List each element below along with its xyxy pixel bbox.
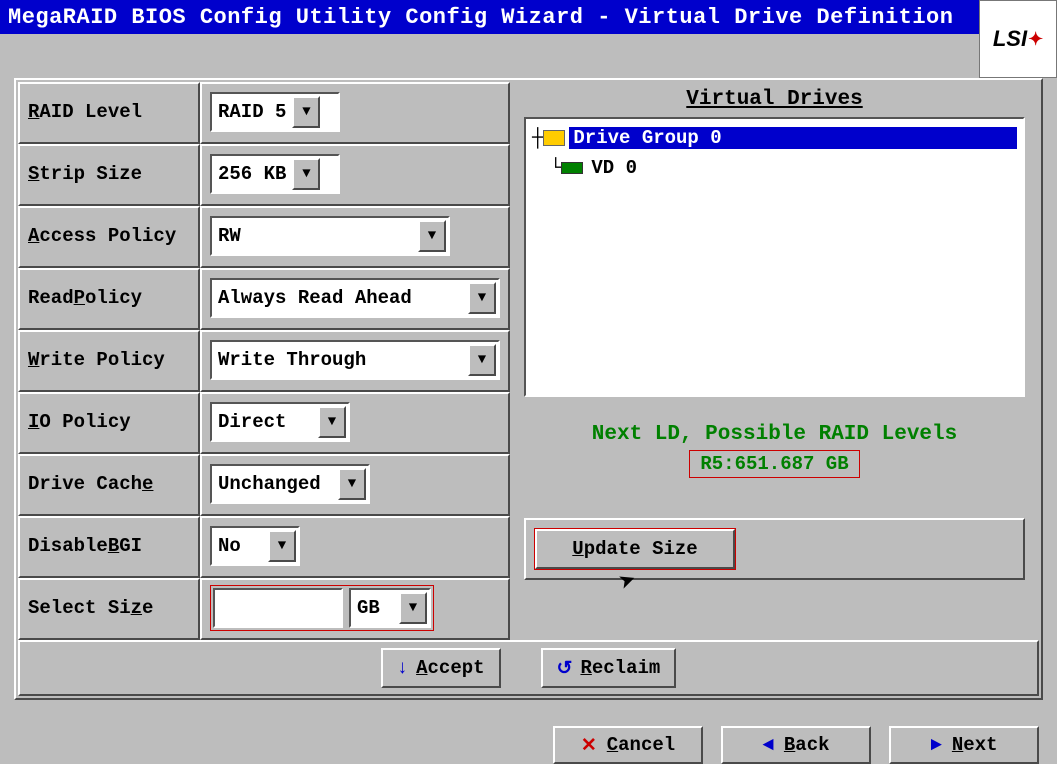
arrow-left-icon: ◄ bbox=[762, 734, 773, 756]
raid-level-label: RAID Level bbox=[18, 82, 200, 144]
chevron-down-icon[interactable]: ▼ bbox=[418, 220, 446, 252]
action-row: ↓ Accept Accept ↺ Reclaim Reclaim bbox=[18, 640, 1039, 696]
title-bar: MegaRAID BIOS Config Utility Config Wiza… bbox=[0, 0, 1057, 34]
tree-item-drive-group[interactable]: Drive Group 0 bbox=[569, 127, 1017, 149]
virtual-drives-tree[interactable]: ┼ Drive Group 0 └ VD 0 bbox=[524, 117, 1025, 397]
chevron-down-icon[interactable]: ▼ bbox=[399, 592, 427, 624]
read-policy-select[interactable]: Always Read Ahead ▼ bbox=[210, 278, 500, 318]
lsi-logo: LSI✦ bbox=[979, 0, 1057, 78]
read-policy-label: Read Policy bbox=[18, 268, 200, 330]
io-policy-select[interactable]: Direct ▼ bbox=[210, 402, 350, 442]
chevron-down-icon[interactable]: ▼ bbox=[292, 158, 320, 190]
tree-item-vd[interactable]: VD 0 bbox=[587, 157, 637, 179]
chevron-down-icon[interactable]: ▼ bbox=[292, 96, 320, 128]
close-icon: ✕ bbox=[581, 734, 597, 757]
virtual-drives-column: Virtual Drives ┼ Drive Group 0 └ VD 0 Ne… bbox=[510, 82, 1039, 640]
strip-size-label: Strip Size bbox=[18, 144, 200, 206]
disable-bgi-select[interactable]: No ▼ bbox=[210, 526, 300, 566]
tree-branch-icon: └ bbox=[550, 157, 561, 179]
select-size-input[interactable] bbox=[213, 588, 343, 628]
disable-bgi-label: Disable BGI bbox=[18, 516, 200, 578]
next-ld-label: Next LD, Possible RAID Levels bbox=[524, 423, 1025, 446]
virtual-drives-header: Virtual Drives bbox=[524, 88, 1025, 111]
chevron-down-icon[interactable]: ▼ bbox=[318, 406, 346, 438]
reclaim-button[interactable]: ↺ Reclaim Reclaim bbox=[541, 648, 677, 688]
virtual-drive-icon bbox=[561, 162, 583, 174]
drive-cache-select[interactable]: Unchanged ▼ bbox=[210, 464, 370, 504]
write-policy-select[interactable]: Write Through ▼ bbox=[210, 340, 500, 380]
undo-icon: ↺ bbox=[557, 657, 573, 680]
chevron-down-icon[interactable]: ▼ bbox=[268, 530, 296, 562]
strip-size-select[interactable]: 256 KB ▼ bbox=[210, 154, 340, 194]
tree-branch-icon: ┼ bbox=[532, 127, 543, 149]
raid-level-select[interactable]: RAID 5 ▼ bbox=[210, 92, 340, 132]
update-size-button[interactable]: UUpdate Sizepdate Size bbox=[535, 529, 735, 569]
next-ld-value: R5:651.687 GB bbox=[689, 450, 859, 478]
back-button[interactable]: ◄ Back Back bbox=[721, 726, 871, 764]
chevron-down-icon[interactable]: ▼ bbox=[338, 468, 366, 500]
io-policy-label: IO Policy bbox=[18, 392, 200, 454]
logo-star-icon: ✦ bbox=[1028, 29, 1043, 50]
arrow-down-icon: ↓ bbox=[397, 657, 408, 679]
window-title: MegaRAID BIOS Config Utility Config Wiza… bbox=[8, 5, 953, 30]
select-size-label: Select Size bbox=[18, 578, 200, 640]
nav-row: ✕ Cancel Cancel ◄ Back Back ► Next Next bbox=[0, 714, 1057, 764]
access-policy-select[interactable]: RW ▼ bbox=[210, 216, 450, 256]
arrow-right-icon: ► bbox=[930, 734, 941, 756]
main-panel: RAID Level RAID 5 ▼ Strip Size 256 KB ▼ bbox=[14, 78, 1043, 700]
select-size-unit[interactable]: GB ▼ bbox=[349, 588, 431, 628]
drive-cache-label: Drive Cache bbox=[18, 454, 200, 516]
accept-button[interactable]: ↓ Accept Accept bbox=[381, 648, 501, 688]
write-policy-label: Write Policy bbox=[18, 330, 200, 392]
chevron-down-icon[interactable]: ▼ bbox=[468, 344, 496, 376]
cancel-button[interactable]: ✕ Cancel Cancel bbox=[553, 726, 703, 764]
access-policy-label: Access Policy bbox=[18, 206, 200, 268]
drive-group-icon bbox=[543, 130, 565, 146]
select-size-highlight: GB ▼ bbox=[210, 585, 434, 631]
next-button[interactable]: ► Next Next bbox=[889, 726, 1039, 764]
chevron-down-icon[interactable]: ▼ bbox=[468, 282, 496, 314]
settings-column: RAID Level RAID 5 ▼ Strip Size 256 KB ▼ bbox=[18, 82, 510, 640]
